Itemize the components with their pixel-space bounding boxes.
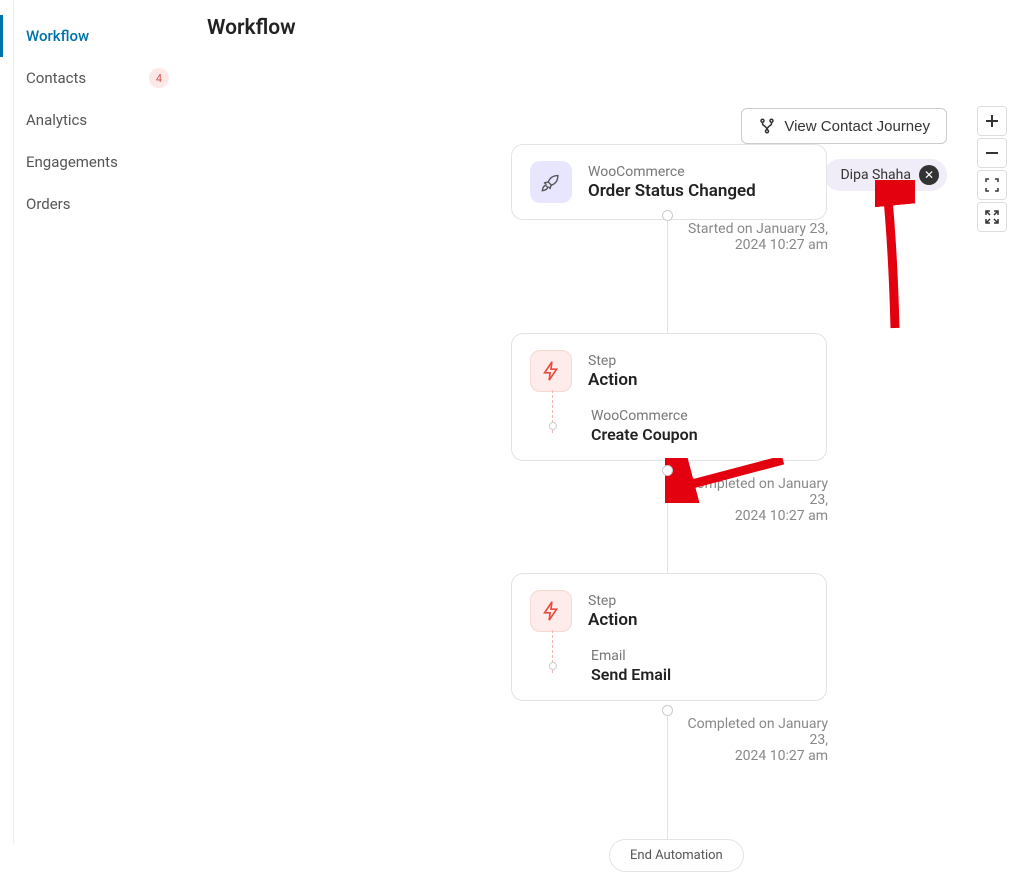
sidebar-item-engagements[interactable]: Engagements bbox=[3, 141, 195, 183]
view-contact-journey-button[interactable]: View Contact Journey bbox=[741, 108, 947, 144]
connector-dot bbox=[662, 465, 673, 476]
action1-timestamp: Completed on January 23, 2024 10:27 am bbox=[678, 476, 828, 524]
action2-step-label: Step bbox=[588, 593, 637, 609]
connector-dot bbox=[662, 705, 673, 716]
fullscreen-button[interactable] bbox=[977, 202, 1007, 232]
action2-timestamp: Completed on January 23, 2024 10:27 am bbox=[678, 716, 828, 764]
trigger-title: Order Status Changed bbox=[588, 181, 756, 201]
sub-dot bbox=[549, 662, 557, 670]
connector-dot bbox=[662, 210, 673, 221]
zoom-in-button[interactable] bbox=[977, 106, 1007, 136]
sidebar-item-contacts[interactable]: Contacts 4 bbox=[3, 57, 195, 99]
action1-sub-category: WooCommerce bbox=[591, 408, 698, 424]
trigger-category: WooCommerce bbox=[588, 164, 756, 180]
plus-icon bbox=[985, 114, 999, 128]
sidebar-item-workflow[interactable]: Workflow bbox=[0, 15, 195, 57]
connector-line bbox=[667, 476, 668, 573]
annotation-arrow-1 bbox=[875, 180, 915, 330]
bolt-icon bbox=[530, 590, 572, 632]
contact-chip-close[interactable]: ✕ bbox=[919, 165, 939, 185]
trigger-timestamp: Started on January 23, 2024 10:27 am bbox=[678, 221, 828, 253]
connector-line bbox=[667, 221, 668, 333]
minus-icon bbox=[985, 146, 999, 160]
sub-dot bbox=[549, 422, 557, 430]
branch-icon bbox=[758, 117, 776, 135]
sidebar-item-analytics[interactable]: Analytics bbox=[3, 99, 195, 141]
arrows-out-icon bbox=[985, 210, 999, 224]
page-title: Workflow bbox=[207, 16, 1017, 40]
action2-step-title: Action bbox=[588, 610, 637, 630]
connector-line bbox=[667, 716, 668, 840]
action1-sub-title: Create Coupon bbox=[591, 425, 698, 444]
view-contact-journey-label: View Contact Journey bbox=[784, 118, 930, 135]
action2-sub-title: Send Email bbox=[591, 665, 671, 684]
action1-step-label: Step bbox=[588, 353, 637, 369]
rocket-icon bbox=[530, 161, 572, 203]
sidebar: Workflow Contacts 4 Analytics Engagement… bbox=[0, 0, 195, 844]
zoom-controls bbox=[977, 106, 1007, 234]
sidebar-item-orders[interactable]: Orders bbox=[3, 183, 195, 225]
contacts-badge: 4 bbox=[149, 68, 169, 88]
action1-step-title: Action bbox=[588, 370, 637, 390]
workflow-action-node-2[interactable]: Step Action Email Send Email bbox=[511, 573, 827, 701]
expand-corners-icon bbox=[985, 178, 999, 192]
zoom-out-button[interactable] bbox=[977, 138, 1007, 168]
action2-sub-category: Email bbox=[591, 648, 671, 664]
contact-chip-name: Dipa Shaha bbox=[840, 167, 911, 183]
contact-filter-chip: Dipa Shaha ✕ bbox=[824, 159, 947, 191]
workflow-action-node-1[interactable]: Step Action WooCommerce Create Coupon bbox=[511, 333, 827, 461]
bolt-icon bbox=[530, 350, 572, 392]
sidebar-item-label: Contacts bbox=[26, 69, 86, 87]
fit-screen-button[interactable] bbox=[977, 170, 1007, 200]
workflow-trigger-node[interactable]: WooCommerce Order Status Changed bbox=[511, 144, 827, 220]
